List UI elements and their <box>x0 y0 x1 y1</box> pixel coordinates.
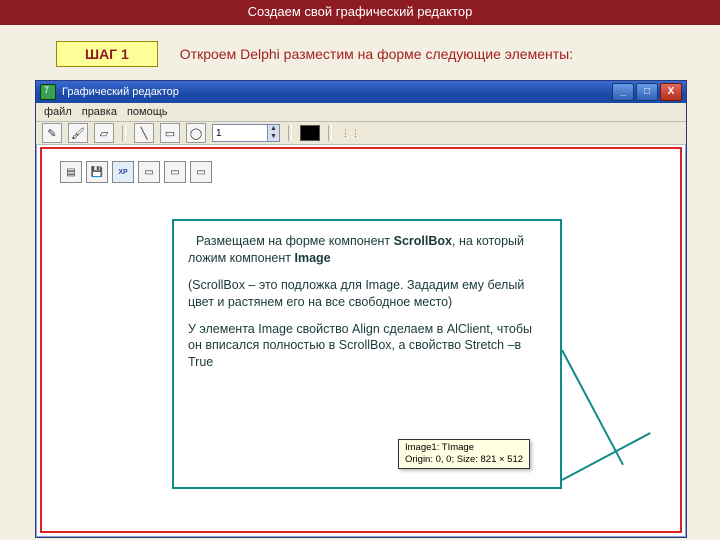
grid-toggle-button[interactable]: ⋮⋮ <box>340 124 362 142</box>
callout-connector <box>562 432 651 481</box>
disk-icon: 💾 <box>91 167 103 178</box>
slide-header: Создаем свой графический редактор <box>0 0 720 25</box>
eraser-icon: ▱ <box>100 127 108 140</box>
menu-file[interactable]: файл <box>44 106 72 118</box>
menu-edit[interactable]: правка <box>82 106 117 118</box>
palette-icon: ▭ <box>144 167 153 178</box>
grid-icon: ⋮⋮ <box>341 128 361 139</box>
callout-p3: У элемента Image свойство Align сделаем … <box>188 321 546 372</box>
palette-icon: ▤ <box>66 167 75 178</box>
titlebar: Графический редактор _ □ X <box>36 81 686 103</box>
palette-btn-5[interactable]: ▭ <box>164 161 186 183</box>
window-buttons: _ □ X <box>612 83 682 101</box>
rect-icon: ▭ <box>165 127 175 140</box>
palette-btn-6[interactable]: ▭ <box>190 161 212 183</box>
tool-brush-button[interactable]: 🖌 <box>68 123 88 143</box>
ellipse-icon: ◯ <box>190 127 202 140</box>
size-value[interactable]: 1 <box>213 128 267 139</box>
toolbar-separator <box>288 125 292 141</box>
toolbar-separator <box>122 125 126 141</box>
spin-up-button[interactable]: ▲ <box>267 125 279 133</box>
callout-p2: (ScrollBox – это подложка для Image. Зад… <box>188 277 546 311</box>
slide-title: Создаем свой графический редактор <box>248 4 473 19</box>
tooltip-line1: Image1: TImage <box>405 442 523 454</box>
designer-tooltip: Image1: TImage Origin: 0, 0; Size: 821 ×… <box>398 439 530 469</box>
palette-icon: ▭ <box>170 167 179 178</box>
toolbar-separator <box>328 125 332 141</box>
tool-pencil-button[interactable]: ✎ <box>42 123 62 143</box>
component-palette: ▤ 💾 XP ▭ ▭ ▭ <box>60 161 212 183</box>
tool-eraser-button[interactable]: ▱ <box>94 123 114 143</box>
scrollbox-area[interactable]: ▤ 💾 XP ▭ ▭ ▭ Размещаем на форме компонен… <box>40 147 682 533</box>
color-swatch[interactable] <box>300 125 320 141</box>
palette-btn-4[interactable]: ▭ <box>138 161 160 183</box>
callout-p1: Размещаем на форме компонент ScrollBox, … <box>188 233 546 267</box>
main-toolbar: ✎ 🖌 ▱ ╲ ▭ ◯ 1 ▲ ▼ ⋮⋮ <box>36 122 686 145</box>
xp-icon: XP <box>113 162 133 182</box>
palette-btn-xp[interactable]: XP <box>112 161 134 183</box>
brush-icon: 🖌 <box>71 127 85 140</box>
palette-icon: ▭ <box>196 167 205 178</box>
tooltip-line2: Origin: 0, 0; Size: 821 × 512 <box>405 454 523 466</box>
close-button[interactable]: X <box>660 83 682 101</box>
tool-rect-button[interactable]: ▭ <box>160 123 180 143</box>
app-window: Графический редактор _ □ X файл правка п… <box>35 80 687 538</box>
tool-ellipse-button[interactable]: ◯ <box>186 123 206 143</box>
menu-help[interactable]: помощь <box>127 106 168 118</box>
callout-connector <box>561 350 624 466</box>
step-instruction: Откроем Delphi разместим на форме следую… <box>180 46 573 62</box>
maximize-button[interactable]: □ <box>636 83 658 101</box>
tool-line-button[interactable]: ╲ <box>134 123 154 143</box>
step-badge: ШАГ 1 <box>56 41 158 67</box>
line-icon: ╲ <box>141 127 148 140</box>
step-row: ШАГ 1 Откроем Delphi разместим на форме … <box>0 25 720 73</box>
palette-btn-2[interactable]: 💾 <box>86 161 108 183</box>
palette-btn-1[interactable]: ▤ <box>60 161 82 183</box>
window-title: Графический редактор <box>62 86 179 98</box>
spin-down-button[interactable]: ▼ <box>267 133 279 141</box>
app-icon <box>40 84 56 100</box>
minimize-button[interactable]: _ <box>612 83 634 101</box>
pencil-icon: ✎ <box>47 127 56 140</box>
size-spinner[interactable]: 1 ▲ ▼ <box>212 124 280 142</box>
menubar: файл правка помощь <box>36 103 686 122</box>
